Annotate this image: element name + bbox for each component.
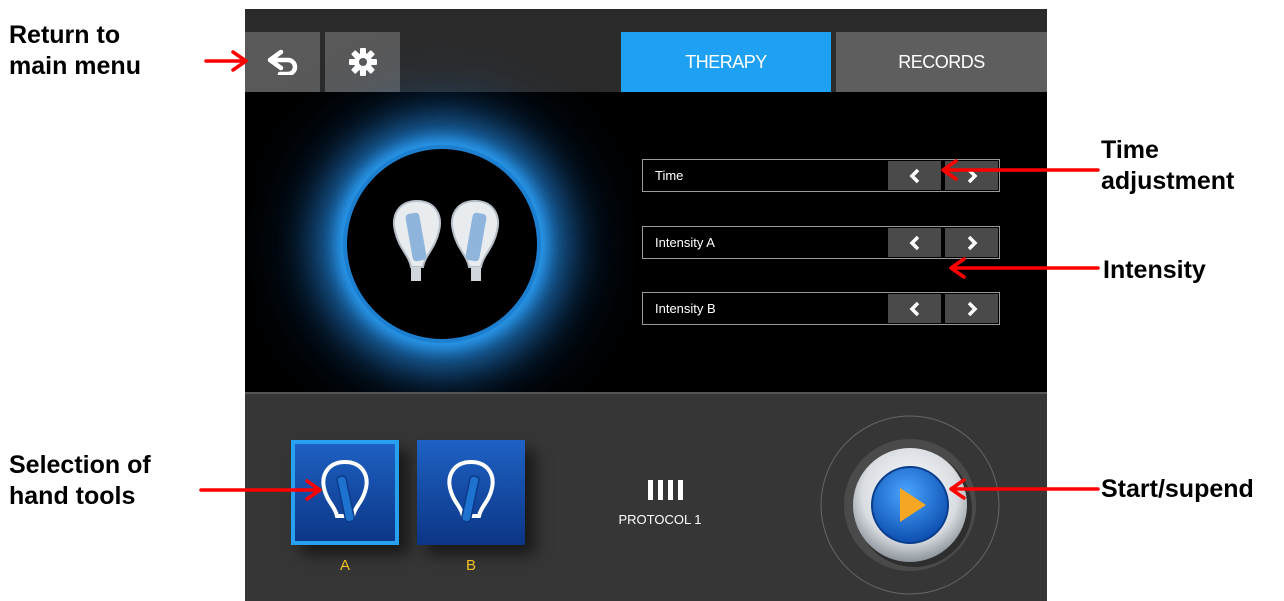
annotation-arrows bbox=[199, 50, 1100, 501]
arrow-time-adjustment bbox=[941, 159, 1100, 181]
arrow-selection-of-hand-tools bbox=[199, 479, 322, 501]
arrow-start-suspend bbox=[949, 478, 1100, 500]
arrow-intensity bbox=[949, 257, 1100, 279]
arrow-return-to-main-menu bbox=[204, 50, 248, 72]
